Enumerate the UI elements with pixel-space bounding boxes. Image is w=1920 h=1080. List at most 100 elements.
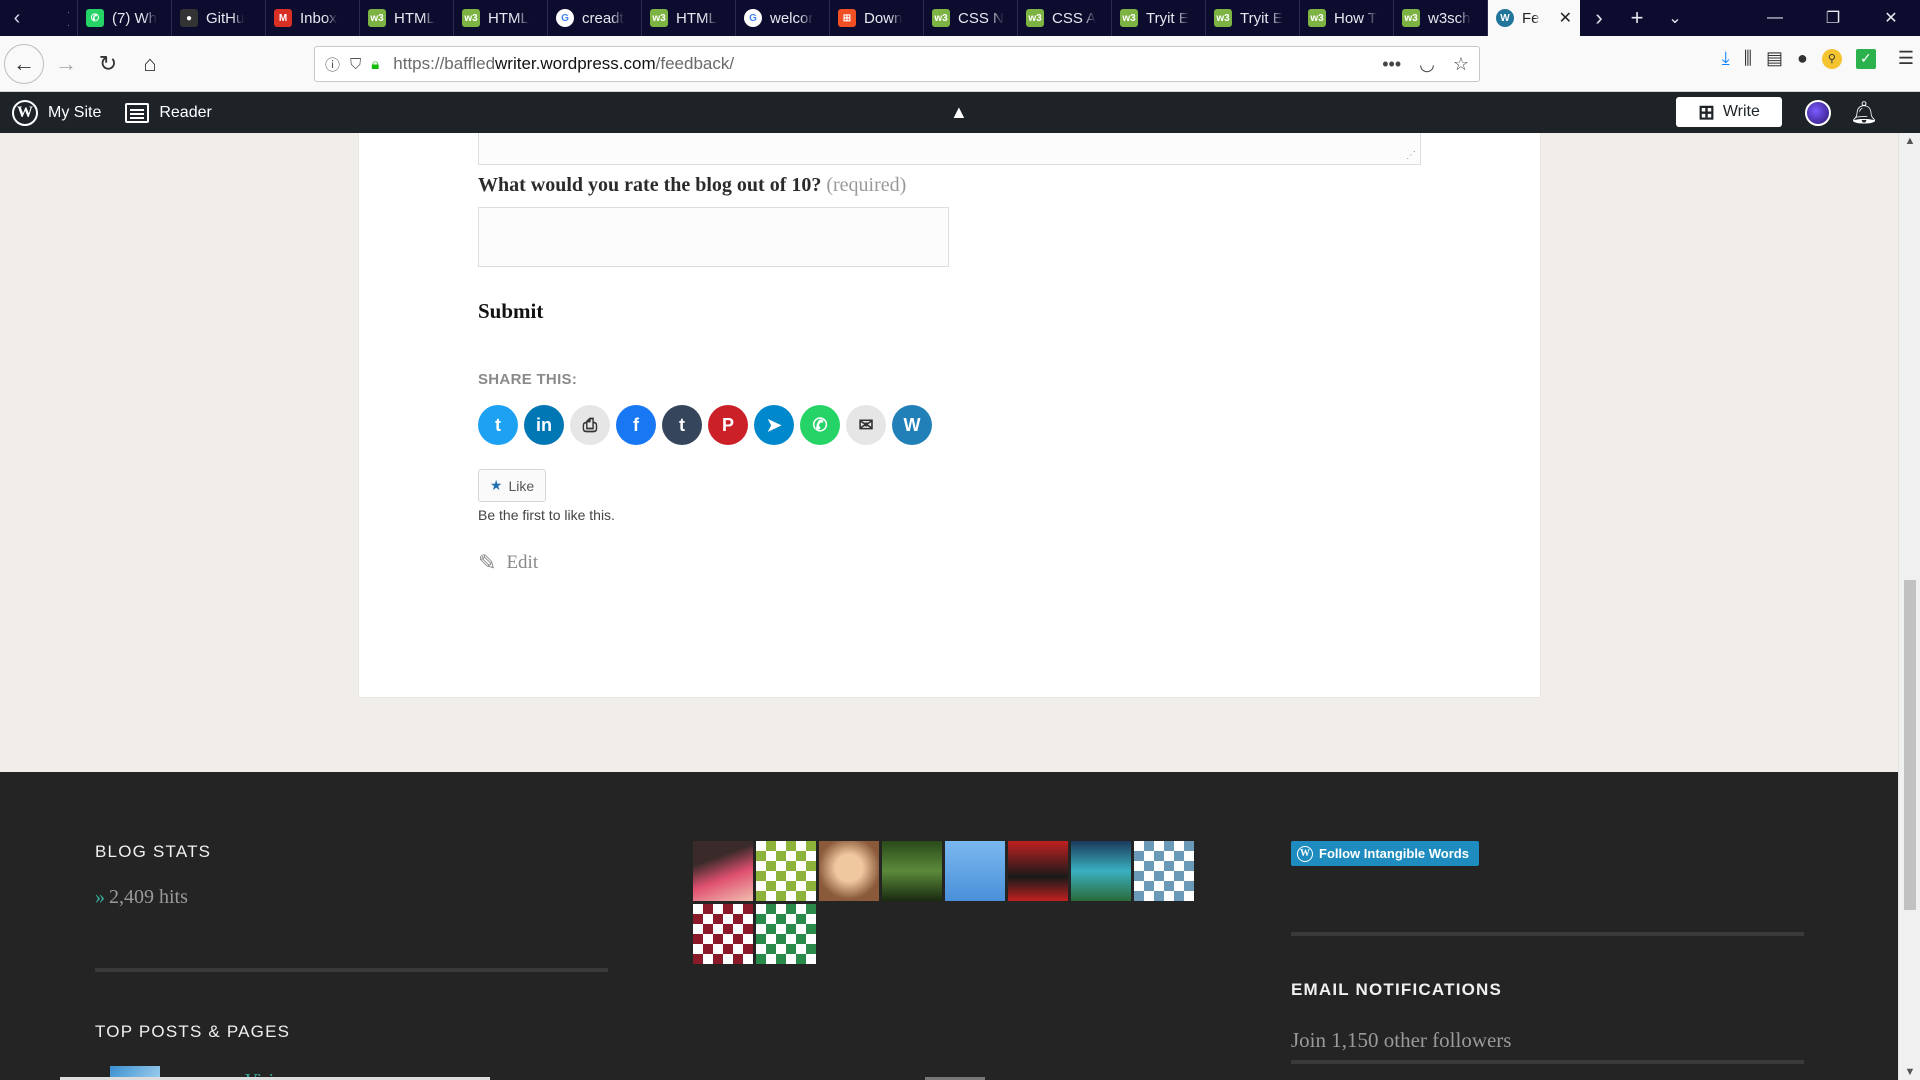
sidebar-icon[interactable]: ▤ — [1766, 48, 1783, 69]
w3schools-icon: w3 — [932, 9, 950, 27]
pocket-icon[interactable]: ◡ — [1419, 54, 1435, 75]
wordpress-logo-icon[interactable]: W — [12, 99, 38, 126]
w3schools-icon: w3 — [650, 9, 668, 27]
follower-avatar[interactable] — [945, 841, 1005, 901]
tab-label: CSS A — [1052, 9, 1097, 27]
follower-avatar[interactable] — [819, 841, 879, 901]
tab-scroll-left-icon[interactable]: ‹ — [0, 0, 34, 36]
tab-active[interactable]: W Fe ✕ — [1488, 0, 1580, 36]
close-window-icon[interactable]: ✕ — [1862, 0, 1920, 36]
forward-icon[interactable]: → — [46, 44, 86, 84]
my-site-link[interactable]: My Site — [48, 104, 101, 122]
window-controls: — ❐ ✕ — [1746, 0, 1920, 36]
checkmark-extension-icon[interactable]: ✓ — [1855, 48, 1876, 69]
tab[interactable]: w3 w3sch — [1394, 0, 1488, 36]
user-avatar[interactable] — [1805, 100, 1831, 126]
telegram-share-icon[interactable]: ➤ — [754, 405, 794, 445]
follower-avatar[interactable] — [1008, 841, 1068, 901]
tab-label: GitHu — [206, 9, 245, 27]
tab[interactable]: w3 How T — [1300, 0, 1394, 36]
top-posts-title: TOP POSTS & PAGES — [95, 1022, 291, 1041]
follower-avatars — [693, 841, 1213, 964]
print-share-icon[interactable]: ⎙ — [570, 405, 610, 445]
tab[interactable]: w3 HTML — [454, 0, 548, 36]
facebook-share-icon[interactable]: f — [616, 405, 656, 445]
tab[interactable]: w3 Tryit E — [1206, 0, 1300, 36]
page-actions-icon[interactable]: ••• — [1382, 54, 1401, 75]
tab[interactable]: ● GitHu — [172, 0, 266, 36]
twitter-share-icon[interactable]: t — [478, 405, 518, 445]
scroll-up-icon[interactable]: ▲ — [1899, 135, 1920, 147]
url-bar[interactable]: ⓘ ⛉ 🔒︎ https://baffledwriter.wordpress.c… — [314, 46, 1480, 82]
new-tab-icon[interactable]: + — [1618, 0, 1656, 36]
tab[interactable]: w3 Tryit E — [1112, 0, 1206, 36]
tab[interactable]: ✆ (7) Wh — [78, 0, 172, 36]
rating-input[interactable] — [478, 207, 949, 267]
follower-avatar[interactable] — [693, 904, 753, 964]
page-content: ⋰ What would you rate the blog out of 10… — [0, 133, 1898, 1080]
home-icon[interactable]: ⌂ — [130, 44, 170, 84]
notifications-icon[interactable]: 🔔︎ — [1850, 100, 1878, 126]
url-text: https://baffledwriter.wordpress.com/feed… — [393, 54, 735, 73]
bookmark-star-icon[interactable]: ☆ — [1453, 54, 1469, 75]
rating-field-label: What would you rate the blog out of 10? … — [478, 174, 907, 196]
edit-icon: ✎ — [478, 550, 497, 575]
scroll-down-icon[interactable]: ▼ — [1899, 1066, 1920, 1078]
follow-button[interactable]: W Follow Intangible Words — [1291, 841, 1479, 866]
wordpress-share-icon[interactable]: W — [892, 405, 932, 445]
resize-grip-icon[interactable]: ⋰ — [1406, 150, 1416, 161]
shield-icon[interactable]: ⛉ — [350, 56, 361, 73]
tab[interactable]: w3 HTML — [642, 0, 736, 36]
w3schools-icon: w3 — [462, 9, 480, 27]
tab[interactable]: ⊞ Down — [830, 0, 924, 36]
minimize-icon[interactable]: — — [1746, 0, 1804, 36]
write-plus-icon: ⊞ — [1698, 101, 1715, 124]
lock-icon[interactable]: 🔒︎ — [371, 56, 379, 73]
scroll-top-icon[interactable]: ▲ — [950, 102, 968, 123]
tab[interactable]: w3 CSS A — [1018, 0, 1112, 36]
library-icon[interactable]: ⫼ — [1744, 48, 1752, 69]
tab[interactable]: w3 CSS N — [924, 0, 1018, 36]
tab-close-icon[interactable]: ✕ — [1559, 8, 1572, 28]
toolbar-icons: ⤓ ⫼ ▤ ● ⚲ ✓ ☰ — [1722, 48, 1914, 69]
reload-icon[interactable]: ↻ — [88, 44, 128, 84]
hit-count: » 2,409 hits — [95, 886, 188, 908]
follower-avatar[interactable] — [693, 841, 753, 901]
tumblr-share-icon[interactable]: t — [662, 405, 702, 445]
tab[interactable]: M Inbox — [266, 0, 360, 36]
follower-avatar[interactable] — [1071, 841, 1131, 901]
email-share-icon[interactable]: ✉ — [846, 405, 886, 445]
tab-scroll-right-icon[interactable]: › — [1580, 0, 1618, 36]
submit-button[interactable]: Submit — [478, 299, 543, 324]
follower-avatar[interactable] — [882, 841, 942, 901]
like-button[interactable]: ★ Like — [478, 469, 546, 502]
account-icon[interactable]: ● — [1797, 48, 1808, 69]
tab[interactable]: ) — [34, 0, 78, 36]
whatsapp-share-icon[interactable]: ✆ — [800, 405, 840, 445]
tab[interactable]: Gcreadt — [548, 0, 642, 36]
menu-icon[interactable]: ☰ — [1898, 48, 1914, 69]
edit-link[interactable]: ✎ Edit — [478, 550, 538, 576]
tab[interactable]: Gwelcor — [736, 0, 830, 36]
follower-avatar[interactable] — [756, 841, 816, 901]
follower-avatar[interactable] — [756, 904, 816, 964]
tab-label: CSS N — [958, 9, 1004, 27]
pinterest-share-icon[interactable]: P — [708, 405, 748, 445]
reader-link[interactable]: Reader — [159, 104, 211, 122]
download-icon[interactable]: ⤓ — [1722, 48, 1730, 69]
wordpress-admin-bar: W My Site Reader ▲ ⊞ Write 🔔︎ — [0, 92, 1920, 133]
tab-list-icon[interactable]: ⌄ — [1656, 0, 1694, 36]
write-button[interactable]: ⊞ Write — [1676, 97, 1782, 127]
info-icon[interactable]: ⓘ — [325, 54, 340, 75]
restore-icon[interactable]: ❐ — [1804, 0, 1862, 36]
page-scrollbar[interactable]: ▲ ▼ — [1898, 133, 1920, 1080]
follower-avatar[interactable] — [1134, 841, 1194, 901]
linkedin-share-icon[interactable]: in — [524, 405, 564, 445]
comment-textarea[interactable]: ⋰ — [478, 133, 1421, 165]
back-icon[interactable]: ← — [4, 43, 44, 84]
reader-icon[interactable] — [125, 102, 150, 123]
search-extension-icon[interactable]: ⚲ — [1821, 48, 1842, 69]
tab[interactable]: w3 HTML — [360, 0, 454, 36]
scrollbar-thumb[interactable] — [1904, 580, 1916, 910]
w3schools-icon: w3 — [368, 9, 386, 27]
